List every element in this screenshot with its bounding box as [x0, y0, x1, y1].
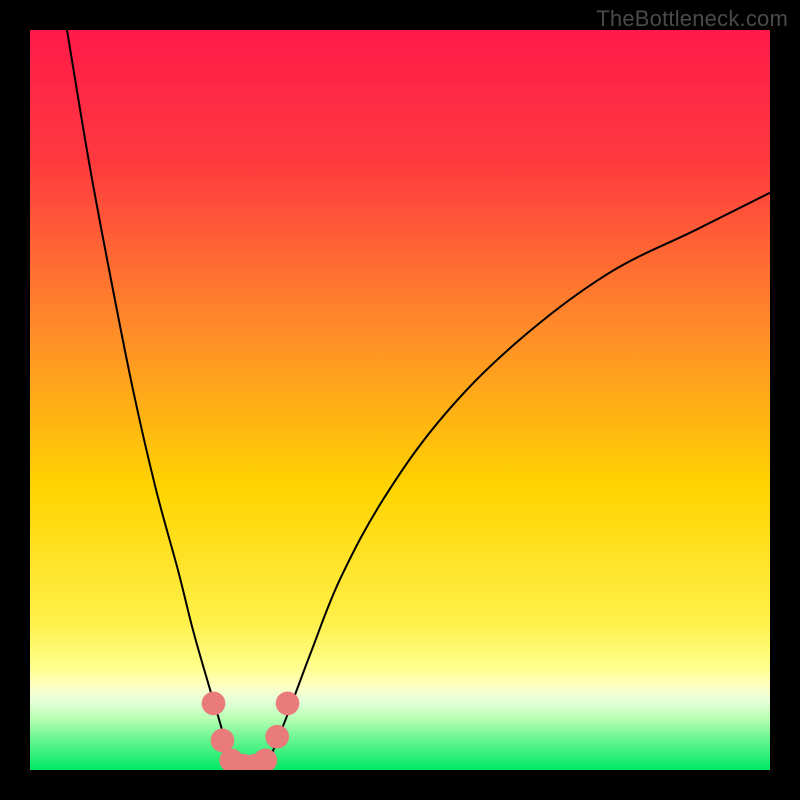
marker-dot	[276, 692, 300, 716]
marker-dot	[202, 692, 226, 716]
chart-svg	[30, 30, 770, 770]
gradient-background	[30, 30, 770, 770]
plot-area	[30, 30, 770, 770]
chart-frame: TheBottleneck.com	[0, 0, 800, 800]
watermark-text: TheBottleneck.com	[596, 6, 788, 32]
marker-dot	[265, 725, 289, 749]
